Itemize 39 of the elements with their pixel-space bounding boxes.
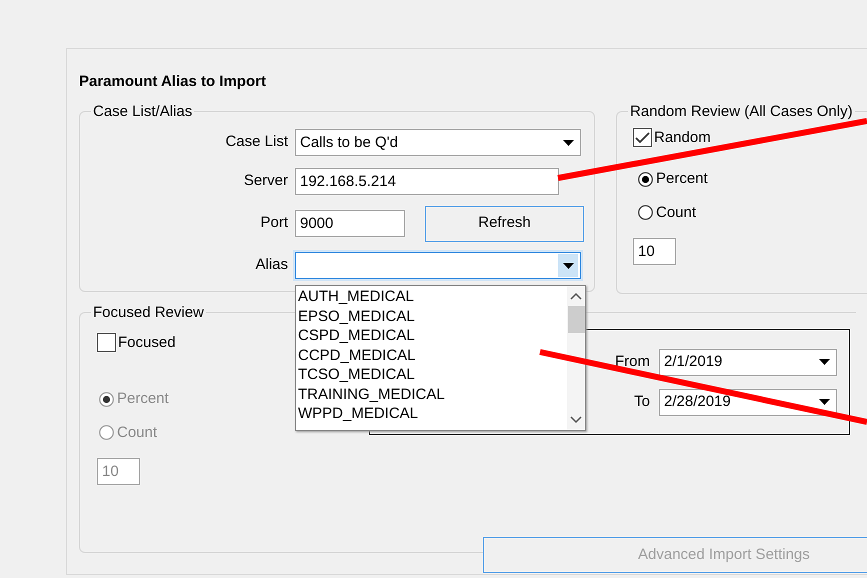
group-title: Focused Review [92,304,205,322]
list-option[interactable]: CCPD_MEDICAL [298,346,565,365]
radio-button[interactable] [638,172,653,187]
radio-button[interactable] [638,205,653,220]
checkbox[interactable] [97,333,116,352]
dropdown-list[interactable]: AUTH_MEDICAL EPSO_MEDICAL CSPD_MEDICAL CCPD_MEDICAL TCSO_MEDICAL TRAINING_MEDICAL WPPD_MEDICAL [295,285,586,431]
list-option[interactable]: CSPD_MEDICAL [298,326,565,346]
list-option[interactable]: EPSO_MEDICAL [298,306,565,326]
radio-label: Percent [656,169,708,189]
form-title: Paramount Alias to Import [79,73,266,91]
field-label: Alias [254,255,288,276]
field-label: Port [259,213,288,234]
date-label: From [615,352,650,372]
text-field[interactable]: 192.168.5.214 [295,168,559,195]
radio-label: Count [656,202,696,222]
dropdown-field[interactable] [295,252,581,279]
radio-label: Percent [117,389,169,409]
date-field[interactable]: 2/1/2019 [659,348,837,376]
scroll-up-icon[interactable] [570,292,582,300]
refresh-button[interactable]: Refresh [425,206,584,242]
checkbox[interactable] [633,128,652,148]
scroll-thumb[interactable] [568,306,584,333]
list-option[interactable]: TCSO_MEDICAL [298,365,565,384]
dropdown-field[interactable]: Calls to be Q'd [295,129,581,156]
checkbox-label: Focused [118,332,176,352]
group-title: Random Review (All Cases Only) [629,102,854,120]
scrollbar[interactable] [567,286,585,430]
list-option[interactable]: TRAINING_MEDICAL [298,384,565,404]
checkbox-label: Random [654,128,711,148]
field-label: Case List [224,132,288,152]
list-option[interactable]: AUTH_MEDICAL [298,287,565,306]
date-label: To [634,392,650,412]
text-field[interactable]: 9000 [295,210,405,237]
group-title: Case List/Alias [92,102,194,120]
radio-label: Count [117,422,158,442]
list-option[interactable]: WPPD_MEDICAL [298,404,565,424]
scroll-down-icon[interactable] [570,416,582,424]
field-label: Server [242,171,288,192]
amount-field[interactable]: 10 [633,238,676,265]
